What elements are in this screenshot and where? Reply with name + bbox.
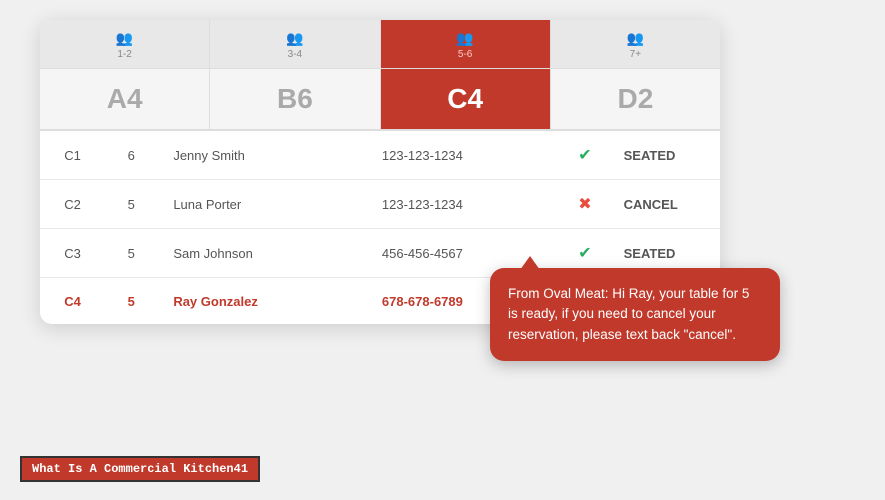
reservation-id: C1 bbox=[40, 131, 105, 180]
check-icon: ✔ bbox=[578, 147, 591, 164]
tab-range-7plus: 7+ bbox=[630, 49, 641, 60]
status-icon-cell: ✖ bbox=[548, 180, 607, 229]
tab-7plus[interactable]: 👥 7+ bbox=[551, 20, 720, 68]
table-row[interactable]: C1 6 Jenny Smith 123-123-1234 ✔ SEATED bbox=[40, 131, 720, 180]
reservation-name: Ray Gonzalez bbox=[157, 278, 366, 325]
reservation-id: C4 bbox=[40, 278, 105, 325]
bottom-label: What Is A Commercial Kitchen41 bbox=[20, 456, 260, 482]
section-A4[interactable]: A4 bbox=[40, 69, 210, 129]
speech-bubble: From Oval Meat: Hi Ray, your table for 5… bbox=[490, 268, 780, 361]
reservation-phone: 123-123-1234 bbox=[366, 131, 549, 180]
group-icon-5-6: 👥 bbox=[456, 30, 473, 47]
status-icon-cell: ✔ bbox=[548, 131, 607, 180]
reservation-count: 5 bbox=[105, 278, 157, 325]
reservation-count: 6 bbox=[105, 131, 157, 180]
group-icon-3-4: 👥 bbox=[286, 30, 303, 47]
reservation-phone: 123-123-1234 bbox=[366, 180, 549, 229]
reservation-name: Jenny Smith bbox=[157, 131, 366, 180]
status-badge[interactable]: SEATED bbox=[608, 131, 720, 180]
reservation-name: Luna Porter bbox=[157, 180, 366, 229]
section-C4[interactable]: C4 bbox=[381, 69, 551, 129]
tab-3-4[interactable]: 👥 3-4 bbox=[210, 20, 380, 68]
tab-range-5-6: 5-6 bbox=[458, 49, 472, 60]
reservation-name: Sam Johnson bbox=[157, 229, 366, 278]
reservation-count: 5 bbox=[105, 229, 157, 278]
reservation-id: C2 bbox=[40, 180, 105, 229]
tab-range-3-4: 3-4 bbox=[288, 49, 302, 60]
table-row[interactable]: C2 5 Luna Porter 123-123-1234 ✖ CANCEL bbox=[40, 180, 720, 229]
group-icon-7plus: 👥 bbox=[627, 30, 644, 47]
group-icon-1-2: 👥 bbox=[116, 30, 133, 47]
reservation-count: 5 bbox=[105, 180, 157, 229]
section-labels: A4 B6 C4 D2 bbox=[40, 69, 720, 131]
check-icon: ✔ bbox=[578, 245, 591, 262]
tab-header: 👥 1-2 👥 3-4 👥 5-6 👥 7+ bbox=[40, 20, 720, 69]
tab-5-6[interactable]: 👥 5-6 bbox=[381, 20, 551, 68]
section-B6[interactable]: B6 bbox=[210, 69, 380, 129]
tab-1-2[interactable]: 👥 1-2 bbox=[40, 20, 210, 68]
section-D2[interactable]: D2 bbox=[551, 69, 720, 129]
reservation-id: C3 bbox=[40, 229, 105, 278]
x-icon: ✖ bbox=[578, 196, 591, 213]
status-badge[interactable]: CANCEL bbox=[608, 180, 720, 229]
tab-range-1-2: 1-2 bbox=[117, 49, 131, 60]
speech-bubble-text: From Oval Meat: Hi Ray, your table for 5… bbox=[508, 286, 749, 342]
